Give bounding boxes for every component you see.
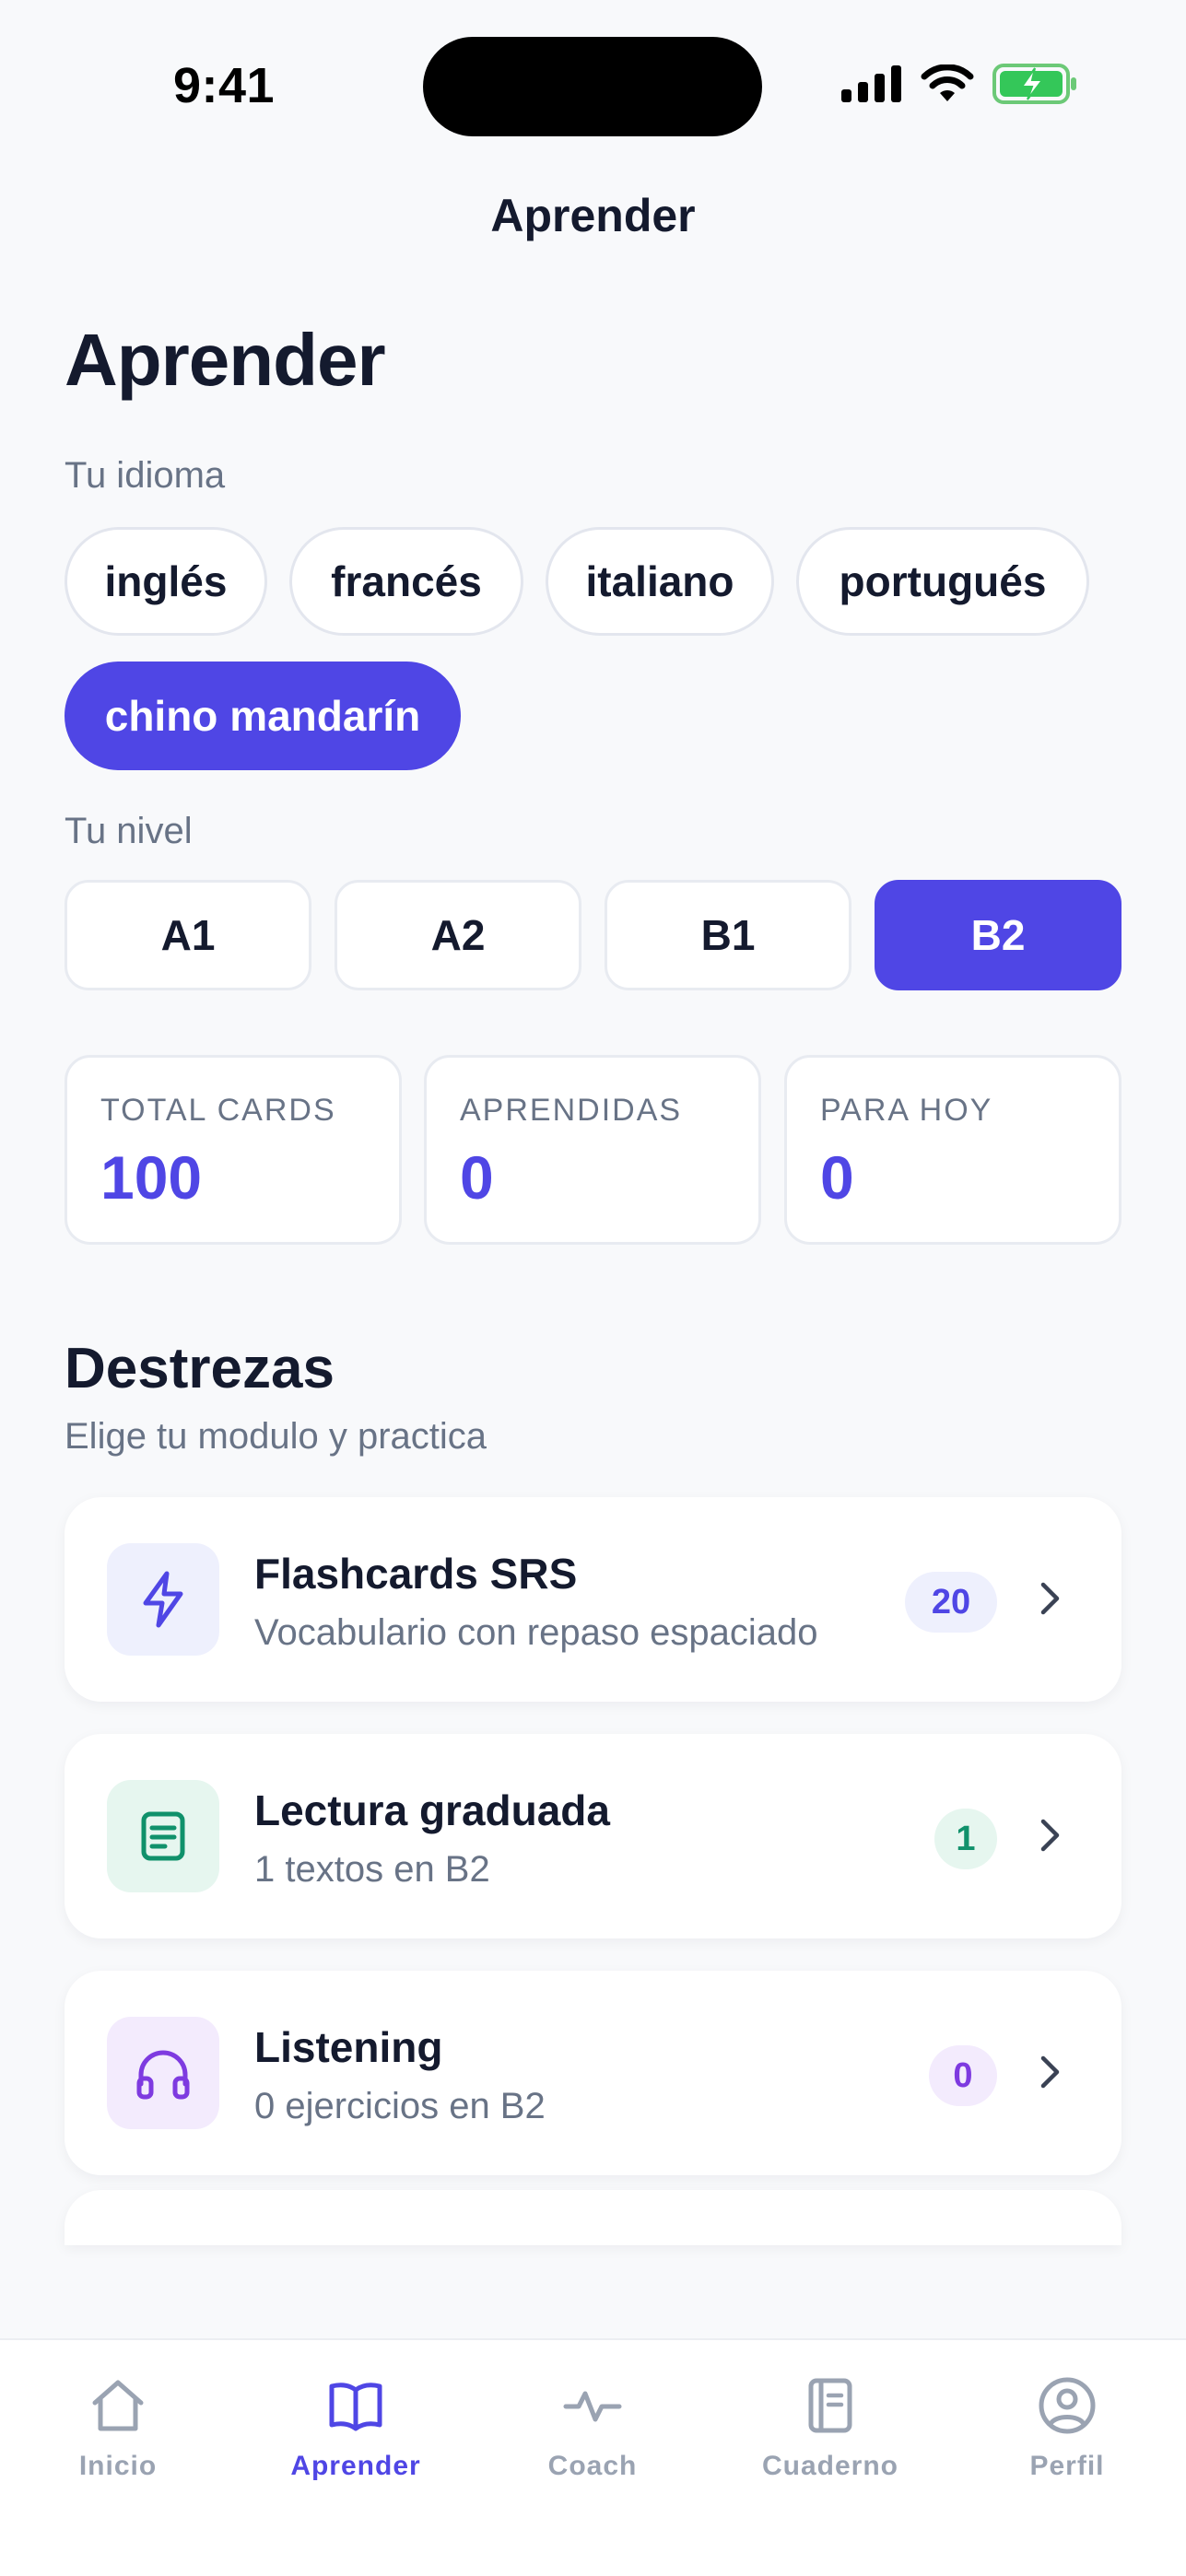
module-icon-box bbox=[107, 1543, 219, 1656]
language-section-label: Tu idioma bbox=[65, 455, 226, 496]
level-button-b2[interactable]: B2 bbox=[875, 880, 1121, 990]
module-title: Flashcards SRS bbox=[254, 1550, 578, 1598]
chevron-right-icon bbox=[1040, 2055, 1060, 2089]
stat-label: TOTAL CARDS bbox=[100, 1093, 336, 1128]
activity-icon bbox=[563, 2391, 622, 2422]
status-bar: 9:41 bbox=[0, 0, 1186, 175]
tab-coach[interactable]: Coach bbox=[500, 2373, 685, 2482]
module-subtitle: 0 ejercicios en B2 bbox=[254, 2086, 546, 2126]
headphones-icon bbox=[136, 2050, 190, 2100]
level-button-b1[interactable]: B1 bbox=[605, 880, 851, 990]
tab-bar: Inicio Aprender Coach Cuaderno Perfil bbox=[0, 2338, 1186, 2576]
module-count-badge: 0 bbox=[929, 2045, 997, 2106]
language-pill-frances[interactable]: francés bbox=[289, 527, 523, 636]
stat-value: 100 bbox=[100, 1143, 203, 1212]
module-card-partial[interactable] bbox=[65, 2190, 1121, 2245]
tab-label: Inicio bbox=[78, 2451, 158, 2481]
tab-perfil[interactable]: Perfil bbox=[975, 2373, 1159, 2482]
wifi-icon bbox=[921, 64, 974, 101]
stat-label: PARA HOY bbox=[820, 1093, 993, 1128]
stat-label: APRENDIDAS bbox=[460, 1093, 683, 1128]
app-screen: 9:41 Aprender Aprender Tu idioma inglés … bbox=[0, 0, 1186, 2576]
stat-card-total-cards: TOTAL CARDS 100 bbox=[65, 1055, 402, 1245]
chevron-right-icon bbox=[1040, 1582, 1060, 1615]
module-icon-box bbox=[107, 1780, 219, 1892]
tab-label: Aprender bbox=[290, 2451, 421, 2481]
level-section-label: Tu nivel bbox=[65, 811, 193, 851]
cellular-signal-icon bbox=[841, 65, 901, 102]
stat-value: 0 bbox=[820, 1143, 854, 1212]
section-title-destrezas: Destrezas bbox=[65, 1337, 335, 1400]
status-time: 9:41 bbox=[173, 58, 276, 113]
language-pill-portugues[interactable]: portugués bbox=[796, 527, 1089, 636]
tab-label: Coach bbox=[547, 2451, 638, 2481]
page-title: Aprender bbox=[65, 319, 386, 401]
module-card-lectura-graduada[interactable]: Lectura graduada 1 textos en B2 1 bbox=[65, 1734, 1121, 1938]
module-icon-box bbox=[107, 2017, 219, 2129]
module-title: Lectura graduada bbox=[254, 1786, 610, 1834]
lightning-icon bbox=[143, 1571, 183, 1628]
stat-card-para-hoy: PARA HOY 0 bbox=[784, 1055, 1121, 1245]
module-count-badge: 20 bbox=[905, 1572, 997, 1633]
tab-inicio[interactable]: Inicio bbox=[26, 2373, 210, 2482]
stat-value: 0 bbox=[460, 1143, 494, 1212]
stat-card-aprendidas: APRENDIDAS 0 bbox=[424, 1055, 761, 1245]
tab-label: Cuaderno bbox=[761, 2451, 898, 2481]
language-pill-italiano[interactable]: italiano bbox=[546, 527, 774, 636]
module-subtitle: 1 textos en B2 bbox=[254, 1849, 490, 1890]
dynamic-island bbox=[423, 37, 762, 136]
level-button-a1[interactable]: A1 bbox=[65, 880, 311, 990]
nav-title: Aprender bbox=[490, 190, 696, 241]
section-subtitle-destrezas: Elige tu modulo y practica bbox=[65, 1416, 487, 1457]
module-card-listening[interactable]: Listening 0 ejercicios en B2 0 bbox=[65, 1971, 1121, 2175]
module-subtitle: Vocabulario con repaso espaciado bbox=[254, 1612, 818, 1653]
tab-aprender[interactable]: Aprender bbox=[264, 2373, 448, 2482]
module-card-flashcards[interactable]: Flashcards SRS Vocabulario con repaso es… bbox=[65, 1497, 1121, 1702]
book-icon bbox=[329, 2383, 382, 2431]
notebook-icon bbox=[808, 2378, 852, 2433]
level-button-a2[interactable]: A2 bbox=[335, 880, 581, 990]
language-pill-ingles[interactable]: inglés bbox=[65, 527, 267, 636]
status-icons bbox=[841, 63, 1077, 105]
chevron-right-icon bbox=[1040, 1819, 1060, 1852]
home-icon bbox=[92, 2380, 144, 2431]
module-count-badge: 1 bbox=[934, 1809, 997, 1869]
battery-charging-icon bbox=[992, 64, 1076, 104]
tab-cuaderno[interactable]: Cuaderno bbox=[738, 2373, 922, 2482]
document-icon bbox=[141, 1811, 185, 1861]
profile-icon bbox=[1039, 2377, 1096, 2434]
module-title: Listening bbox=[254, 2023, 443, 2071]
language-pill-chino-mandarin[interactable]: chino mandarín bbox=[65, 662, 461, 770]
tab-label: Perfil bbox=[1029, 2451, 1105, 2481]
